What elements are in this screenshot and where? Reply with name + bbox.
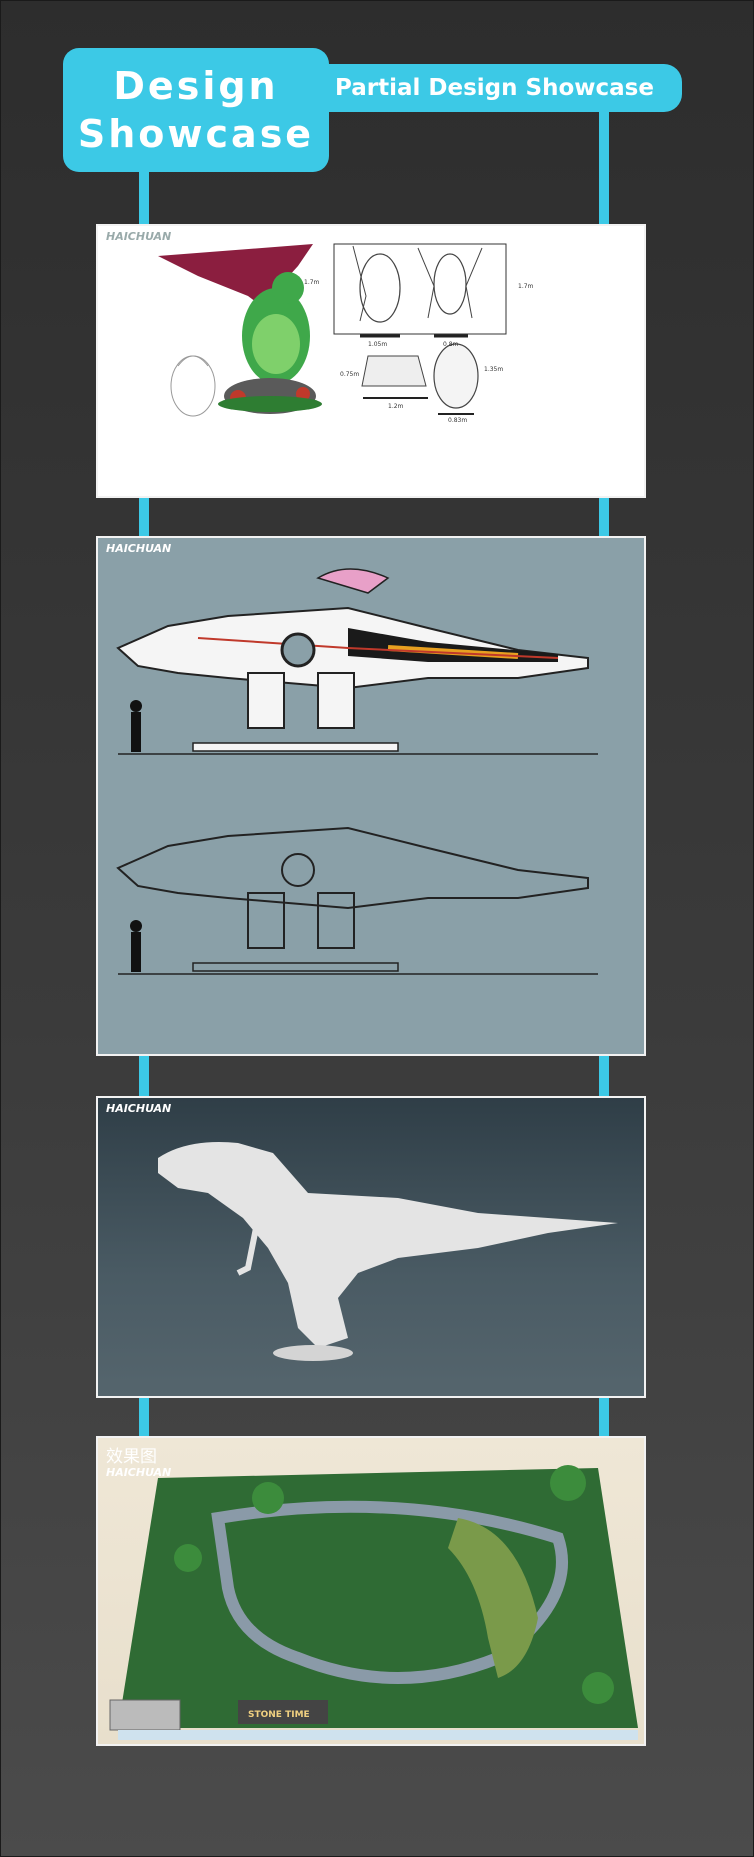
title-line-1: Design xyxy=(113,64,279,108)
dim-label: 1.7m xyxy=(304,279,320,286)
park-illustration: STONE TIME xyxy=(109,1465,638,1740)
subtitle-banner: Partial Design Showcase xyxy=(319,64,682,112)
mech-dinosaur-panel: HAICHUAN xyxy=(96,536,646,1056)
dim-label: 0.75m xyxy=(340,371,359,378)
mech-dinosaur-illustration xyxy=(116,568,598,975)
haichuan-logo: HAICHUAN xyxy=(106,542,172,555)
dim-label: 0.8m xyxy=(443,341,459,348)
haichuan-logo: HAICHUAN xyxy=(106,1102,172,1115)
title-box: Design Showcase xyxy=(63,48,329,172)
subtitle-text: Partial Design Showcase xyxy=(335,75,654,101)
render-label: 效果图 xyxy=(106,1447,157,1467)
dragon-illustration: 1.7m 1.05m 0.8m 1.7m 0.75m 1.2m 1.35m 0.… xyxy=(158,243,534,424)
showcase-page: Design Showcase Partial Design Showcase xyxy=(0,0,754,1857)
trex-illustration xyxy=(158,1142,618,1361)
dim-label: 1.35m xyxy=(484,366,503,373)
dim-label: 1.05m xyxy=(368,341,387,348)
dim-label: 1.2m xyxy=(388,403,404,410)
park-render-panel: STONE TIME 效果图 HAICHUAN xyxy=(96,1436,646,1746)
dim-label: 0.83m xyxy=(448,417,467,424)
haichuan-logo: HAICHUAN xyxy=(106,1466,172,1479)
title-line-2: Showcase xyxy=(77,112,315,156)
trex-model-panel: HAICHUAN xyxy=(96,1096,646,1398)
park-sign: STONE TIME xyxy=(248,1710,310,1720)
dim-label: 1.7m xyxy=(518,283,534,290)
dragon-design-panel: 1.7m 1.05m 0.8m 1.7m 0.75m 1.2m 1.35m 0.… xyxy=(96,224,646,498)
haichuan-logo: HAICHUAN xyxy=(106,230,172,243)
